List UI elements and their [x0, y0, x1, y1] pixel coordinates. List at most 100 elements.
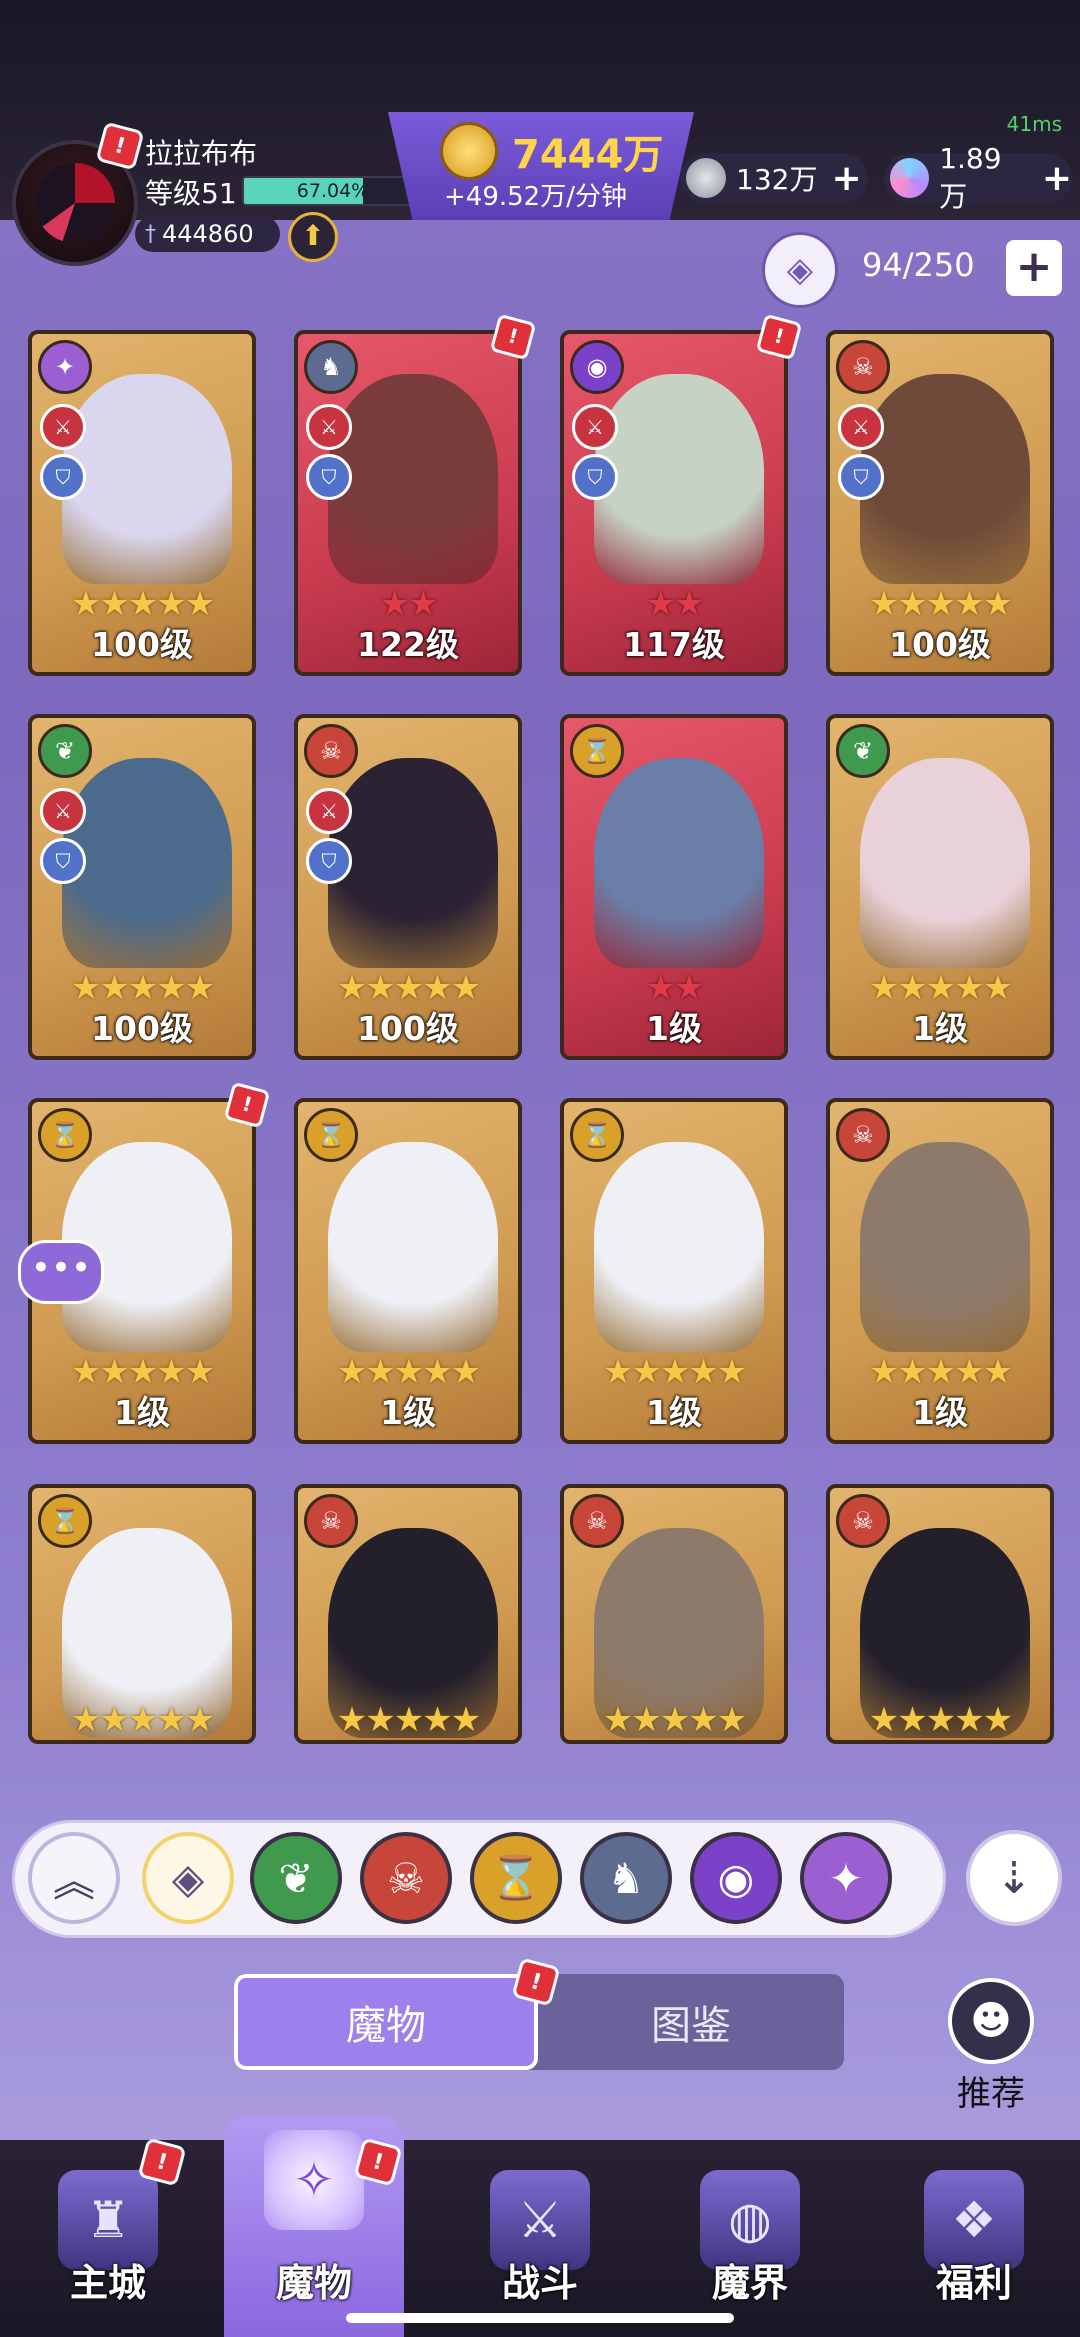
monster-card[interactable]: ⌛ ★★★★★ 1级	[294, 1098, 522, 1444]
sword-role-icon: ⚔	[306, 788, 352, 834]
star-filter-icon[interactable]: ✦	[800, 1832, 892, 1924]
monster-level: 1级	[380, 1393, 436, 1432]
monster-portrait	[594, 374, 764, 584]
player-name: 拉拉布布	[145, 137, 258, 170]
monster-portrait	[328, 1142, 498, 1352]
gem-resource: 1.89万 +	[884, 142, 1072, 213]
monster-card[interactable]: ☠ ★★★★★	[294, 1484, 522, 1744]
monster-level: 100级	[91, 1009, 193, 1048]
leaf-filter-icon[interactable]: ❦	[250, 1832, 342, 1924]
tab-codex[interactable]: 图鉴	[538, 1974, 844, 2070]
dragon-filter-icon[interactable]: ♞	[580, 1832, 672, 1924]
demon-filter-icon[interactable]: ☠	[360, 1832, 452, 1924]
recommend-label: 推荐	[957, 2074, 1025, 2114]
team-icon: ☻	[970, 1998, 1012, 2044]
ping-readout: 41ms	[1006, 112, 1062, 136]
hourglass-filter-icon[interactable]: ⌛	[470, 1832, 562, 1924]
monster-level: 1级	[114, 1393, 170, 1432]
monster-portrait	[594, 758, 764, 968]
sword-role-icon: ⚔	[40, 788, 86, 834]
nav-realm[interactable]: ◍ 魔界	[660, 2140, 840, 2337]
star-rating: ★★★★★	[336, 1700, 481, 1740]
gem-icon	[890, 158, 930, 198]
sword-role-icon: ⚔	[40, 404, 86, 450]
hourglass-element-icon: ⌛	[38, 1494, 92, 1548]
tab-monsters[interactable]: 魔物	[234, 1974, 538, 2070]
nav-battle-label: 战斗	[501, 2261, 578, 2305]
demon-element-icon: ☠	[570, 1494, 624, 1548]
collapse-button[interactable]: ︽	[28, 1832, 120, 1924]
monster-card[interactable]: ⌛ ★★★★★	[28, 1484, 256, 1744]
demon-element-icon: ☠	[304, 724, 358, 778]
shield-role-icon: ⛉	[40, 454, 86, 500]
monster-portrait	[328, 374, 498, 584]
nav-monsters-label: 魔物	[275, 2261, 352, 2305]
shield-role-icon: ⛉	[838, 454, 884, 500]
shield-role-icon: ⛉	[306, 454, 352, 500]
monster-card[interactable]: ☠ ★★★★★	[826, 1484, 1054, 1744]
add-gem-button[interactable]: +	[1042, 158, 1072, 199]
monster-level: 1级	[646, 1009, 702, 1048]
monster-card[interactable]: ❦ ★★★★★ 1级	[826, 714, 1054, 1060]
hourglass-element-icon: ⌛	[38, 1108, 92, 1162]
eye-filter-icon[interactable]: ◉	[690, 1832, 782, 1924]
demon-element-icon: ☠	[836, 340, 890, 394]
demon-element-icon: ☠	[836, 1494, 890, 1548]
monster-card[interactable]: ✦ ⚔ ⛉ ★★★★★ 100级	[28, 330, 256, 676]
monster-card[interactable]: ☠ ★★★★★ 1级	[826, 1098, 1054, 1444]
expand-storage-button[interactable]: +	[1006, 240, 1062, 296]
demon-element-icon: ☠	[304, 1494, 358, 1548]
leaf-element-icon: ❦	[38, 724, 92, 778]
monster-portrait	[62, 758, 232, 968]
monster-card[interactable]: ⌛ ★★ 1级	[560, 714, 788, 1060]
collection-icon: ◈	[762, 232, 838, 308]
gold-rate: +49.52万/分钟	[444, 182, 627, 212]
hourglass-element-icon: ⌛	[570, 1108, 624, 1162]
silver-resource: 132万 +	[680, 153, 868, 203]
hourglass-element-icon: ⌛	[304, 1108, 358, 1162]
monster-portrait	[860, 1142, 1030, 1352]
monster-level: 100级	[357, 1009, 459, 1048]
demon-element-icon: ☠	[836, 1108, 890, 1162]
monster-card[interactable]: ☠ ⚔ ⛉ ★★★★★ 100级	[826, 330, 1054, 676]
monster-card[interactable]: ⌛ ★★★★★ 1级	[560, 1098, 788, 1444]
monster-card[interactable]: ☠ ★★★★★	[560, 1484, 788, 1744]
nav-battle[interactable]: ⚔ 战斗	[450, 2140, 630, 2337]
sword-icon: †	[145, 221, 156, 247]
player-level: 等级51	[145, 177, 237, 210]
nav-home-label: 主城	[69, 2261, 146, 2305]
monster-portrait	[594, 1142, 764, 1352]
shield-role-icon: ⛉	[306, 838, 352, 884]
sword-role-icon: ⚔	[572, 404, 618, 450]
all-filter-icon[interactable]: ◈	[142, 1832, 234, 1924]
sort-button[interactable]: ⇣	[966, 1830, 1062, 1926]
monster-count: 94/250	[862, 246, 975, 284]
upgrade-arrow-icon[interactable]: ⬆	[288, 212, 338, 262]
add-silver-button[interactable]: +	[831, 158, 861, 199]
star-rating: ★★★★★	[868, 1700, 1013, 1740]
silver-coin-icon	[686, 158, 726, 198]
gem-amount: 1.89万	[939, 141, 1002, 213]
monster-card[interactable]: ❦ ⚔ ⛉ ★★★★★ 100级	[28, 714, 256, 1060]
chat-bubble-button[interactable]: •••	[18, 1240, 104, 1304]
combat-power: † 444860	[135, 216, 280, 252]
sword-role-icon: ⚔	[838, 404, 884, 450]
recommend-button[interactable]: ☻	[948, 1978, 1034, 2064]
eye-element-icon: ◉	[570, 340, 624, 394]
dragon-element-icon: ♞	[304, 340, 358, 394]
monster-level: 1级	[646, 1393, 702, 1432]
monster-card[interactable]: ♞ ⚔ ⛉ ★★ 122级	[294, 330, 522, 676]
monster-portrait	[860, 758, 1030, 968]
monster-level: 1级	[912, 1009, 968, 1048]
monster-card[interactable]: ◉ ⚔ ⛉ ★★ 117级	[560, 330, 788, 676]
monster-level: 100级	[91, 625, 193, 664]
nav-welfare[interactable]: ❖ 福利	[884, 2140, 1064, 2337]
home-indicator	[346, 2313, 734, 2323]
monster-portrait	[860, 374, 1030, 584]
hourglass-element-icon: ⌛	[570, 724, 624, 778]
leaf-element-icon: ❦	[836, 724, 890, 778]
silver-amount: 132万	[736, 163, 818, 196]
monster-level: 117级	[623, 625, 725, 664]
monster-card[interactable]: ☠ ⚔ ⛉ ★★★★★ 100级	[294, 714, 522, 1060]
monster-portrait	[62, 374, 232, 584]
